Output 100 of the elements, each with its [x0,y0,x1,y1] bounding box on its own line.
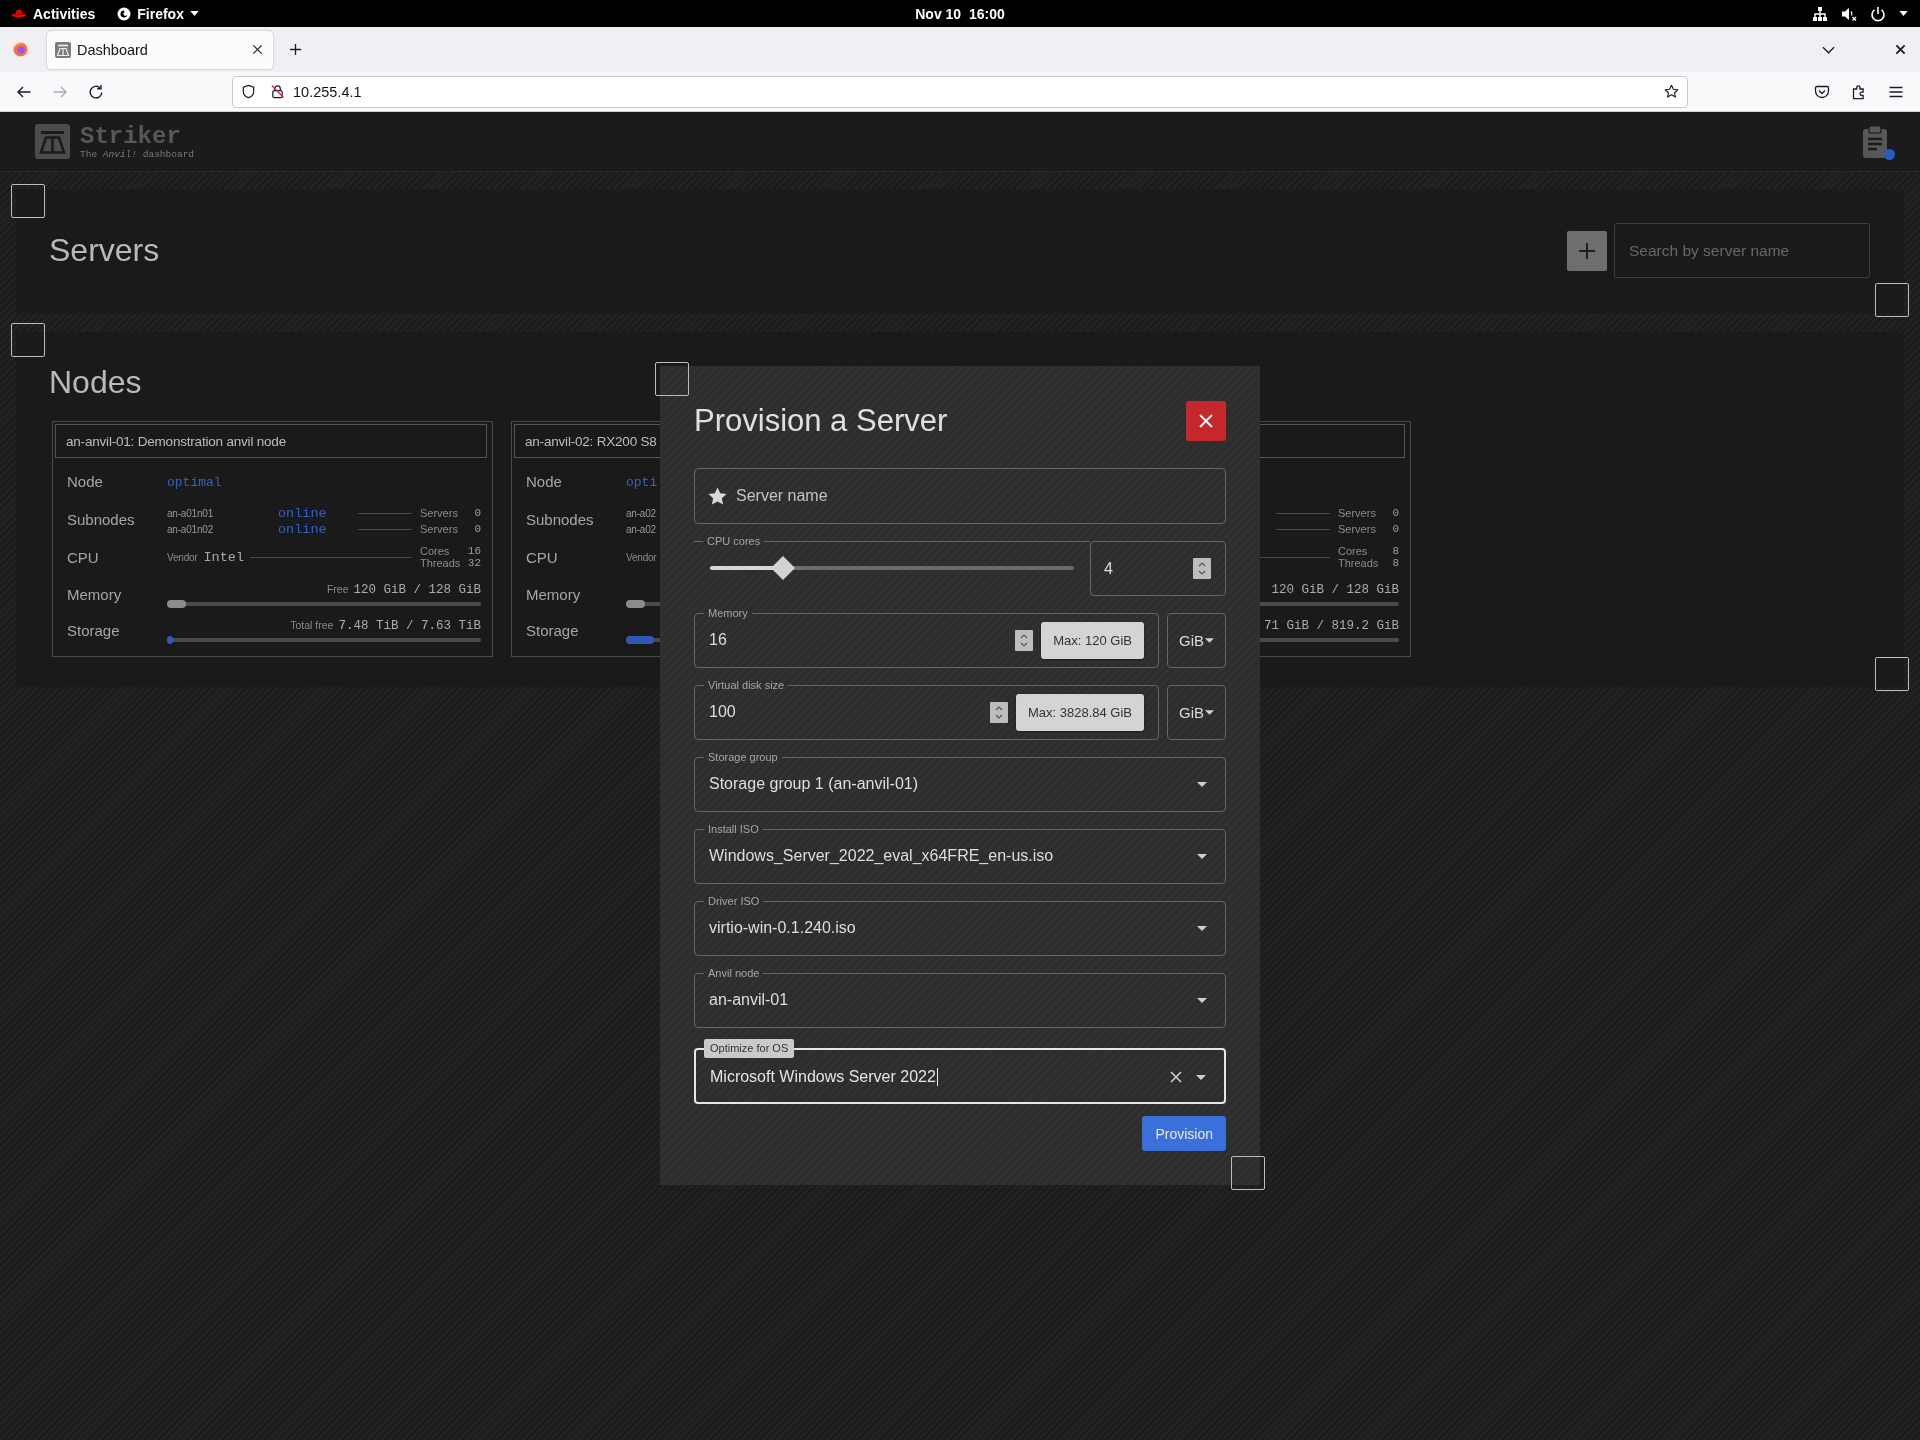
empty-square [1875,657,1909,691]
row-label: Node [67,472,104,490]
row-label: Storage [526,621,580,639]
max-button[interactable]: Max: 3828.84 GiB [1015,693,1144,731]
empty-square [11,323,45,357]
subnode-status: online [278,505,328,521]
node-status: opti [626,475,658,490]
select-field[interactable]: Driver ISO virtio-win-0.1.240.iso [694,895,1226,956]
clear-icon[interactable] [1170,1071,1182,1083]
caret-icon[interactable] [1196,1074,1206,1080]
threads-label: Threads [1338,557,1380,569]
activities-button[interactable]: Activities [11,5,96,22]
row-label: Subnodes [67,510,136,528]
number-field[interactable]: 4 [1090,541,1226,596]
browser-tab[interactable]: Dashboard [47,30,273,69]
caret-icon[interactable] [1197,781,1207,787]
threads-count: 8 [1391,557,1399,569]
server-count: 0 [1391,523,1399,535]
free-label: Total free [290,618,334,631]
close-button[interactable] [1186,401,1226,441]
select-field[interactable]: Install ISO Windows_Server_2022_eval_x64FRE_en-us.iso [694,823,1226,884]
row-label: CPU [67,548,100,566]
close-icon[interactable] [1895,44,1906,55]
cores-label: Cores [420,545,451,557]
size-field[interactable]: Virtual disk size 100 Max: 3828.84 GiB [694,679,1159,740]
caret-icon [1205,710,1214,715]
subnode-name: an-a01n01 [167,507,215,519]
section-heading: Nodes [49,363,142,402]
close-icon[interactable] [252,44,263,55]
combo-box[interactable]: Optimize for OS Microsoft Windows Server 2022 [694,1039,1226,1104]
stepper-icon[interactable] [1193,558,1211,579]
chevron-down-icon[interactable] [1822,45,1835,54]
clock[interactable]: Nov 10 16:00 [915,5,1005,22]
shield-icon[interactable] [241,84,256,99]
select-field[interactable]: Storage group Storage group 1 (an-anvil-01) [694,751,1226,812]
cores-count: 8 [1391,545,1399,557]
stepper-icon[interactable] [989,701,1008,723]
plus-icon [1578,241,1596,260]
provision-button[interactable]: Provision [1142,1116,1226,1151]
caret-icon[interactable] [1197,925,1207,931]
node-status: optimal [167,475,222,490]
insecure-lock-icon[interactable] [270,84,285,99]
servers-label: Servers [1338,523,1377,535]
network-icon[interactable] [1812,5,1828,22]
section-heading: Servers [49,231,160,270]
browser-app-icon [117,6,132,21]
memory-amount: 120 GiB / 128 GiB [1271,582,1399,597]
row-label: Memory [67,585,123,603]
pocket-icon[interactable] [1814,83,1830,100]
slider[interactable] [710,556,1074,580]
stepper-icon[interactable] [1015,629,1034,651]
servers-label: Servers [420,523,459,535]
app-subtitle: The Anvil! dashboard [80,148,195,160]
text-field[interactable]: Server name [694,468,1226,524]
row-label: Memory [526,585,582,603]
row-label: CPU [526,548,559,566]
empty-square [1875,283,1909,317]
subnode-name: an-a01n02 [167,523,215,535]
address-bar[interactable]: 10.255.4.1 [232,75,1688,108]
caret-icon [1205,638,1214,643]
subnode-status: online [278,521,328,537]
power-icon[interactable] [1870,5,1886,22]
close-icon [1198,413,1214,429]
cores-label: Cores [1338,545,1369,557]
slider-thumb[interactable] [770,556,795,580]
subnode-name: an-a02 [626,523,657,535]
plus-icon[interactable] [289,43,302,56]
app-title: Striker [80,123,182,149]
app-menu-button[interactable]: Firefox [117,5,199,22]
browser-logo-icon[interactable] [13,42,28,57]
servers-label: Servers [1338,507,1377,519]
server-count: 0 [1391,507,1399,519]
reload-icon[interactable] [88,83,104,100]
threads-count: 32 [466,557,481,569]
add-server-button[interactable] [1567,230,1607,271]
row-label: Subnodes [526,510,595,528]
caret-icon [189,11,199,16]
star-icon[interactable] [1664,84,1679,99]
caret-icon[interactable] [1899,11,1908,16]
row-label: Storage [67,621,121,639]
caret-icon[interactable] [1197,997,1207,1003]
servers-label: Servers [420,507,459,519]
card-header: an-anvil-01: Demonstration anvil node [55,424,487,458]
server-count: 0 [473,523,481,535]
cores-count: 16 [466,545,481,557]
volume-muted-icon[interactable] [1841,5,1857,22]
size-field[interactable]: Memory 16 Max: 120 GiB [694,607,1159,668]
caret-icon[interactable] [1197,853,1207,859]
unit-select[interactable]: GiB [1167,685,1226,740]
slider-label: CPU cores [706,535,762,547]
unit-select[interactable]: GiB [1167,613,1226,668]
hat-icon [11,8,27,19]
cpu-vendor: Intel [203,549,244,565]
row-label: Node [526,472,563,490]
anvil-logo-icon [55,41,71,58]
puzzle-piece-icon[interactable] [1851,83,1867,100]
storage-amount: 7.48 TiB / 7.63 TiB [338,618,481,633]
storage-amount: 71 GiB / 819.2 GiB [1263,618,1399,633]
select-field[interactable]: Anvil node an-anvil-01 [694,967,1226,1028]
max-button[interactable]: Max: 120 GiB [1041,621,1144,659]
